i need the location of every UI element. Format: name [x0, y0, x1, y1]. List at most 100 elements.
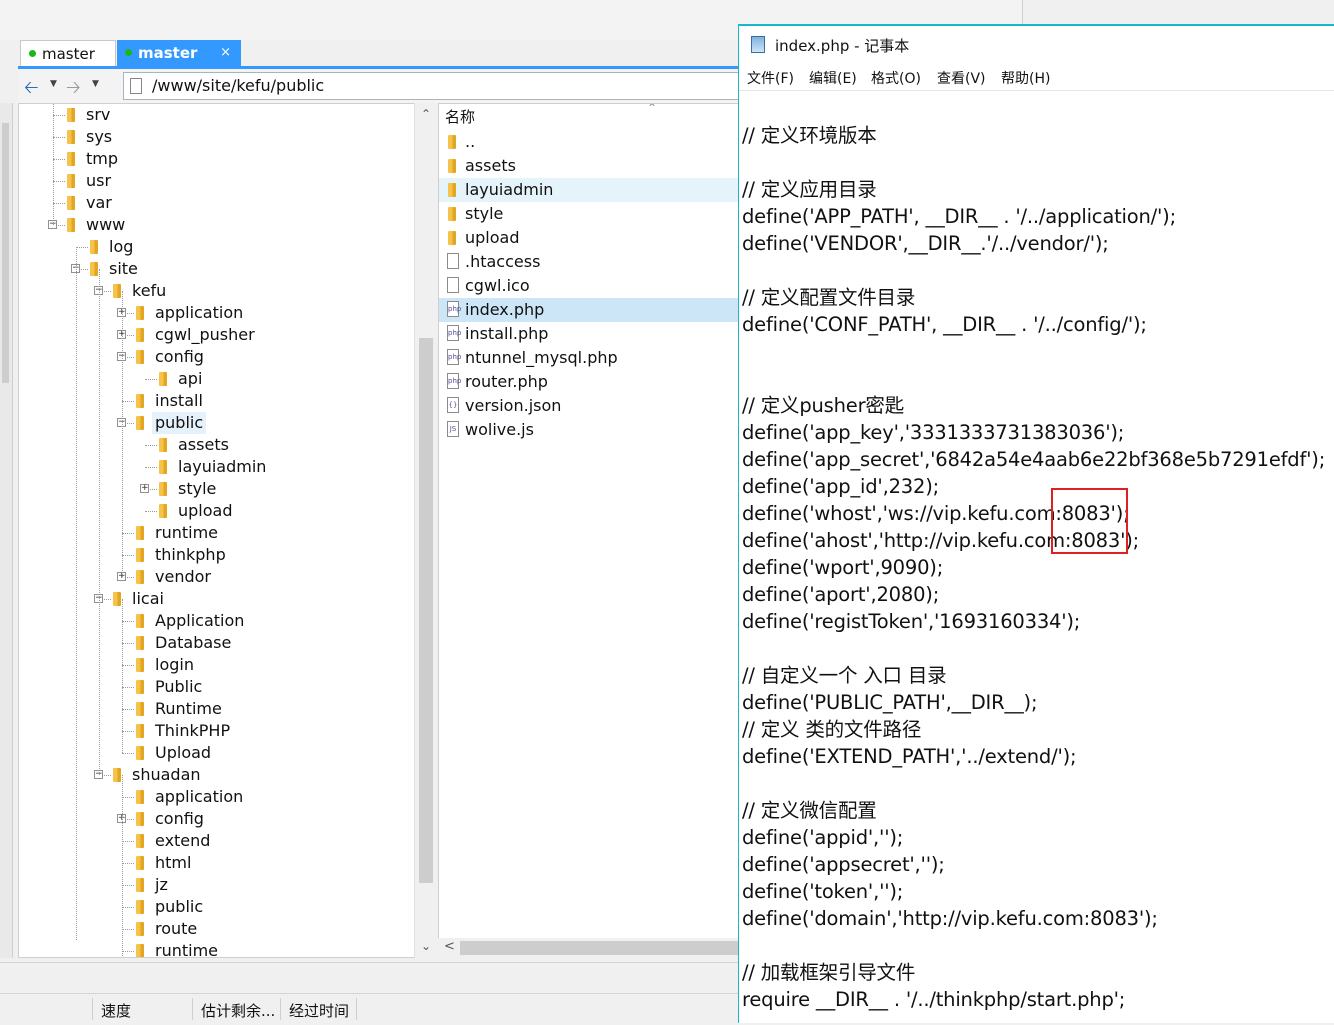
- tree-node-label[interactable]: ThinkPHP: [155, 720, 230, 742]
- file-row[interactable]: cgwl.ico: [439, 274, 739, 298]
- address-bar[interactable]: /www/site/kefu/public: [123, 72, 763, 100]
- menu-format[interactable]: 格式(O): [871, 68, 921, 88]
- tree-node-label[interactable]: sys: [86, 126, 112, 148]
- tree-node-label[interactable]: html: [155, 852, 191, 874]
- tree-node-label[interactable]: tmp: [86, 148, 118, 170]
- file-row[interactable]: JS wolive.js: [439, 418, 739, 442]
- tree-node[interactable]: Database: [19, 632, 415, 654]
- menu-file[interactable]: 文件(F): [747, 68, 794, 88]
- tree-node[interactable]: − config: [19, 346, 415, 368]
- file-row[interactable]: style: [439, 202, 739, 226]
- tree-node-label[interactable]: jz: [155, 874, 168, 896]
- menu-view[interactable]: 查看(V): [937, 68, 986, 88]
- tree-node-label[interactable]: api: [178, 368, 202, 390]
- tree-node-label[interactable]: runtime: [155, 940, 218, 957]
- scroll-thumb[interactable]: [2, 123, 9, 383]
- tree-node[interactable]: html: [19, 852, 415, 874]
- tree-node[interactable]: tmp: [19, 148, 415, 170]
- tree-node[interactable]: + style: [19, 478, 415, 500]
- scroll-thumb[interactable]: [419, 338, 433, 883]
- tree-node[interactable]: install: [19, 390, 415, 412]
- tree-node-label[interactable]: cgwl_pusher: [155, 324, 255, 346]
- tree-node[interactable]: Runtime: [19, 698, 415, 720]
- expand-icon[interactable]: +: [140, 484, 149, 493]
- tree-node[interactable]: ThinkPHP: [19, 720, 415, 742]
- file-row[interactable]: {} version.json: [439, 394, 739, 418]
- tree-node-label[interactable]: login: [155, 654, 194, 676]
- back-history-caret-icon[interactable]: ▼: [50, 79, 57, 89]
- tree-node-label[interactable]: usr: [86, 170, 111, 192]
- tree-node[interactable]: thinkphp: [19, 544, 415, 566]
- tree-node-label[interactable]: Upload: [155, 742, 211, 764]
- column-header-name[interactable]: 名称 ⌃: [439, 104, 739, 130]
- tree-node-label[interactable]: assets: [178, 434, 229, 456]
- file-row[interactable]: php router.php: [439, 370, 739, 394]
- tree-node-label[interactable]: log: [109, 236, 133, 258]
- forward-history-caret-icon[interactable]: ▼: [92, 79, 99, 89]
- tree-node[interactable]: usr: [19, 170, 415, 192]
- tree-node[interactable]: − shuadan: [19, 764, 415, 786]
- forward-arrow-icon[interactable]: 🡢: [66, 75, 81, 105]
- tree-node[interactable]: Upload: [19, 742, 415, 764]
- file-row[interactable]: ..: [439, 130, 739, 154]
- back-arrow-icon[interactable]: 🡠: [24, 75, 39, 105]
- tree-node-label[interactable]: www: [86, 214, 125, 236]
- close-tab-icon[interactable]: ×: [220, 40, 231, 66]
- tree-node[interactable]: + application: [19, 302, 415, 324]
- tree-node[interactable]: log: [19, 236, 415, 258]
- tree-node-label[interactable]: site: [109, 258, 138, 280]
- tree-node[interactable]: + config: [19, 808, 415, 830]
- tree-node-label[interactable]: config: [155, 808, 204, 830]
- tree-node-label[interactable]: Application: [155, 610, 244, 632]
- tree-node-label[interactable]: style: [178, 478, 216, 500]
- tree-node-label[interactable]: thinkphp: [155, 544, 226, 566]
- tree-node-label[interactable]: Public: [155, 676, 202, 698]
- tree-node[interactable]: + cgwl_pusher: [19, 324, 415, 346]
- tree-node[interactable]: var: [19, 192, 415, 214]
- menu-help[interactable]: 帮助(H): [1001, 68, 1050, 88]
- tree-node[interactable]: login: [19, 654, 415, 676]
- scroll-down-icon[interactable]: ⌄: [421, 939, 431, 953]
- tree-node[interactable]: − www: [19, 214, 415, 236]
- tree-node[interactable]: layuiadmin: [19, 456, 415, 478]
- tab-master-2[interactable]: master ×: [117, 40, 241, 66]
- tree-node[interactable]: extend: [19, 830, 415, 852]
- tree-node[interactable]: public: [19, 896, 415, 918]
- file-row[interactable]: php install.php: [439, 322, 739, 346]
- left-scrollbar[interactable]: [0, 103, 13, 958]
- file-row[interactable]: php index.php: [439, 298, 739, 322]
- tree-node[interactable]: sys: [19, 126, 415, 148]
- tree-node-label[interactable]: public: [152, 412, 207, 434]
- file-row[interactable]: php ntunnel_mysql.php: [439, 346, 739, 370]
- tree-node[interactable]: route: [19, 918, 415, 940]
- file-row[interactable]: .htaccess: [439, 250, 739, 274]
- tab-master-1[interactable]: master: [20, 40, 116, 66]
- tree-node-label[interactable]: runtime: [155, 522, 218, 544]
- file-row[interactable]: upload: [439, 226, 739, 250]
- tree-node[interactable]: srv: [19, 104, 415, 126]
- menu-edit[interactable]: 编辑(E): [809, 68, 857, 88]
- code-text-area[interactable]: // 定义环境版本 // 定义应用目录 define('APP_PATH', __D…: [742, 122, 1325, 1013]
- tree-node-label[interactable]: var: [86, 192, 112, 214]
- tree-node-label[interactable]: kefu: [132, 280, 166, 302]
- tree-node-label[interactable]: application: [155, 786, 243, 808]
- tree-node[interactable]: + vendor: [19, 566, 415, 588]
- tree-node[interactable]: − site: [19, 258, 415, 280]
- tree-node-label[interactable]: install: [155, 390, 203, 412]
- tree-node-label[interactable]: shuadan: [132, 764, 201, 786]
- tree-node[interactable]: api: [19, 368, 415, 390]
- tree-node[interactable]: assets: [19, 434, 415, 456]
- tree-node[interactable]: − licai: [19, 588, 415, 610]
- file-row[interactable]: layuiadmin: [439, 178, 739, 202]
- tree-node[interactable]: upload: [19, 500, 415, 522]
- tree-node[interactable]: runtime: [19, 522, 415, 544]
- tree-node-label[interactable]: config: [155, 346, 204, 368]
- notepad-titlebar[interactable]: index.php - 记事本: [739, 26, 1334, 64]
- tree-node[interactable]: − kefu: [19, 280, 415, 302]
- scroll-thumb[interactable]: [460, 941, 740, 955]
- tree-scrollbar[interactable]: ⌃ ⌄: [414, 103, 437, 958]
- tree-node-label[interactable]: upload: [178, 500, 233, 522]
- tree-node[interactable]: Application: [19, 610, 415, 632]
- tree-node-label[interactable]: Runtime: [155, 698, 222, 720]
- scroll-left-icon[interactable]: <: [444, 939, 455, 954]
